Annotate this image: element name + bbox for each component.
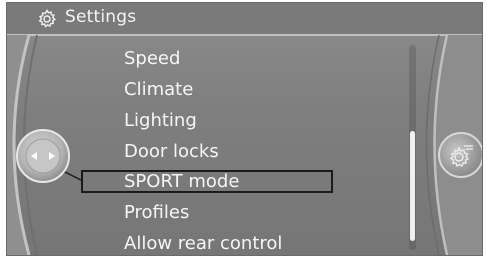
menu-item-door-locks[interactable]: Door locks xyxy=(124,138,334,166)
gear-icon xyxy=(38,9,56,28)
menu-item-profiles[interactable]: Profiles xyxy=(124,199,334,227)
idrive-screen: Settings Speed Climate Lighting Door loc… xyxy=(6,2,483,256)
page-title: Settings xyxy=(65,7,137,27)
menu-item-allow-rear-control[interactable]: Allow rear control xyxy=(124,230,334,255)
menu-item-climate[interactable]: Climate xyxy=(124,76,334,104)
menu-item-sport-mode[interactable]: SPORT mode xyxy=(124,168,334,196)
options-knob[interactable] xyxy=(435,127,483,183)
page: Settings Speed Climate Lighting Door loc… xyxy=(0,0,487,260)
header-bar: Settings xyxy=(7,3,482,35)
controller-knob[interactable] xyxy=(13,126,73,186)
menu-item-speed[interactable]: Speed xyxy=(124,45,334,73)
menu-item-lighting[interactable]: Lighting xyxy=(124,107,334,135)
scrollbar-thumb[interactable] xyxy=(410,131,415,241)
